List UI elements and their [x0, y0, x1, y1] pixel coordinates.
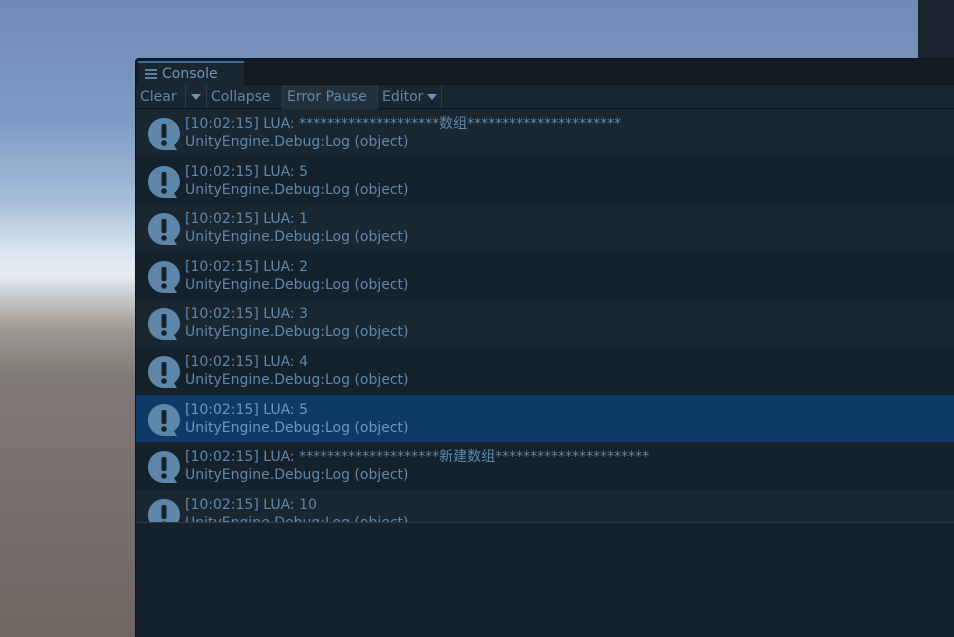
chevron-down-icon: [191, 94, 201, 100]
log-entry-text: [10:02:15] LUA: ********************新建数组…: [185, 448, 649, 484]
log-entry[interactable]: [10:02:15] LUA: 10 UnityEngine.Debug:Log …: [136, 489, 954, 523]
console-toolbar: Clear Collapse Error Pause Editor: [136, 85, 954, 109]
tab-bar: Console: [136, 59, 954, 85]
info-message-icon: [147, 307, 181, 341]
console-list-icon: [145, 68, 157, 80]
info-message-icon: [147, 355, 181, 389]
info-message-icon: [147, 260, 181, 294]
log-entry[interactable]: [10:02:15] LUA: 1 UnityEngine.Debug:Log (…: [136, 204, 954, 252]
log-source: UnityEngine.Debug:Log (object): [185, 276, 409, 293]
log-entry-text: [10:02:15] LUA: 1 UnityEngine.Debug:Log (…: [185, 210, 409, 246]
log-entry[interactable]: [10:02:15] LUA: 5 UnityEngine.Debug:Log (…: [136, 156, 954, 205]
log-message: [10:02:15] LUA: 3: [185, 306, 309, 323]
log-entry[interactable]: [10:02:15] LUA: 4 UnityEngine.Debug:Log (…: [136, 346, 954, 395]
log-entry-text: [10:02:15] LUA: 10 UnityEngine.Debug:Log …: [185, 496, 409, 523]
collapse-label: Collapse: [211, 89, 271, 105]
log-source: UnityEngine.Debug:Log (object): [185, 419, 409, 436]
log-message: [10:02:15] LUA: ********************新建数组…: [185, 449, 650, 466]
log-entry-text: [10:02:15] LUA: 4 UnityEngine.Debug:Log (…: [185, 353, 409, 389]
editor-dropdown-label: Editor: [382, 89, 424, 105]
info-message-icon: [147, 212, 181, 246]
log-message: [10:02:15] LUA: 5: [185, 401, 309, 418]
log-message: [10:02:15] LUA: 1: [185, 211, 309, 228]
log-entry-list[interactable]: [10:02:15] LUA: ********************数组**…: [136, 109, 954, 523]
clear-button-label: Clear: [140, 89, 177, 105]
log-entry[interactable]: [10:02:15] LUA: 3 UnityEngine.Debug:Log (…: [136, 299, 954, 347]
log-source: UnityEngine.Debug:Log (object): [185, 371, 409, 388]
stack-trace-panel[interactable]: [136, 523, 954, 637]
tab-console-label: Console: [162, 66, 218, 82]
clear-button[interactable]: Clear: [136, 85, 186, 109]
info-message-icon: [147, 165, 181, 199]
clear-options-dropdown[interactable]: [186, 85, 207, 109]
log-source: UnityEngine.Debug:Log (object): [185, 514, 409, 523]
log-entry-text: [10:02:15] LUA: 5 UnityEngine.Debug:Log (…: [185, 401, 409, 437]
log-message: [10:02:15] LUA: ********************数组**…: [185, 116, 622, 132]
log-entry[interactable]: [10:02:15] LUA: ********************新建数组…: [136, 442, 954, 490]
log-message: [10:02:15] LUA: 2: [185, 258, 309, 275]
console-window: Console Clear Collapse Error Pause Edito…: [135, 58, 954, 637]
log-source: UnityEngine.Debug:Log (object): [185, 229, 409, 246]
log-source: UnityEngine.Debug:Log (object): [185, 324, 409, 341]
log-entry[interactable]: [10:02:15] LUA: ********************数组**…: [136, 109, 954, 157]
log-source: UnityEngine.Debug:Log (object): [185, 467, 409, 484]
error-pause-label: Error Pause: [287, 89, 367, 105]
log-message: [10:02:15] LUA: 5: [185, 163, 309, 180]
log-entry-text: [10:02:15] LUA: ********************数组**…: [185, 115, 621, 151]
info-message-icon: [147, 498, 181, 522]
log-entry-text: [10:02:15] LUA: 2 UnityEngine.Debug:Log (…: [185, 258, 409, 294]
log-entry[interactable]: [10:02:15] LUA: 2 UnityEngine.Debug:Log (…: [136, 251, 954, 300]
log-message: [10:02:15] LUA: 4: [185, 353, 309, 370]
info-message-icon: [147, 450, 181, 484]
editor-dropdown[interactable]: Editor: [378, 85, 442, 109]
error-pause-toggle[interactable]: Error Pause: [283, 85, 378, 109]
chevron-down-icon: [427, 94, 438, 100]
info-message-icon: [147, 117, 181, 151]
side-panel-edge: [918, 0, 954, 60]
tab-console[interactable]: Console: [138, 61, 244, 85]
info-message-icon: [147, 403, 181, 437]
log-entry-text: [10:02:15] LUA: 3 UnityEngine.Debug:Log (…: [185, 305, 409, 341]
log-source: UnityEngine.Debug:Log (object): [185, 181, 409, 198]
log-entry[interactable]: [10:02:15] LUA: 5 UnityEngine.Debug:Log (…: [136, 394, 954, 443]
log-entry-text: [10:02:15] LUA: 5 UnityEngine.Debug:Log (…: [185, 163, 409, 199]
collapse-toggle[interactable]: Collapse: [207, 85, 283, 109]
log-source: UnityEngine.Debug:Log (object): [185, 134, 409, 150]
log-message: [10:02:15] LUA: 10: [185, 496, 317, 513]
